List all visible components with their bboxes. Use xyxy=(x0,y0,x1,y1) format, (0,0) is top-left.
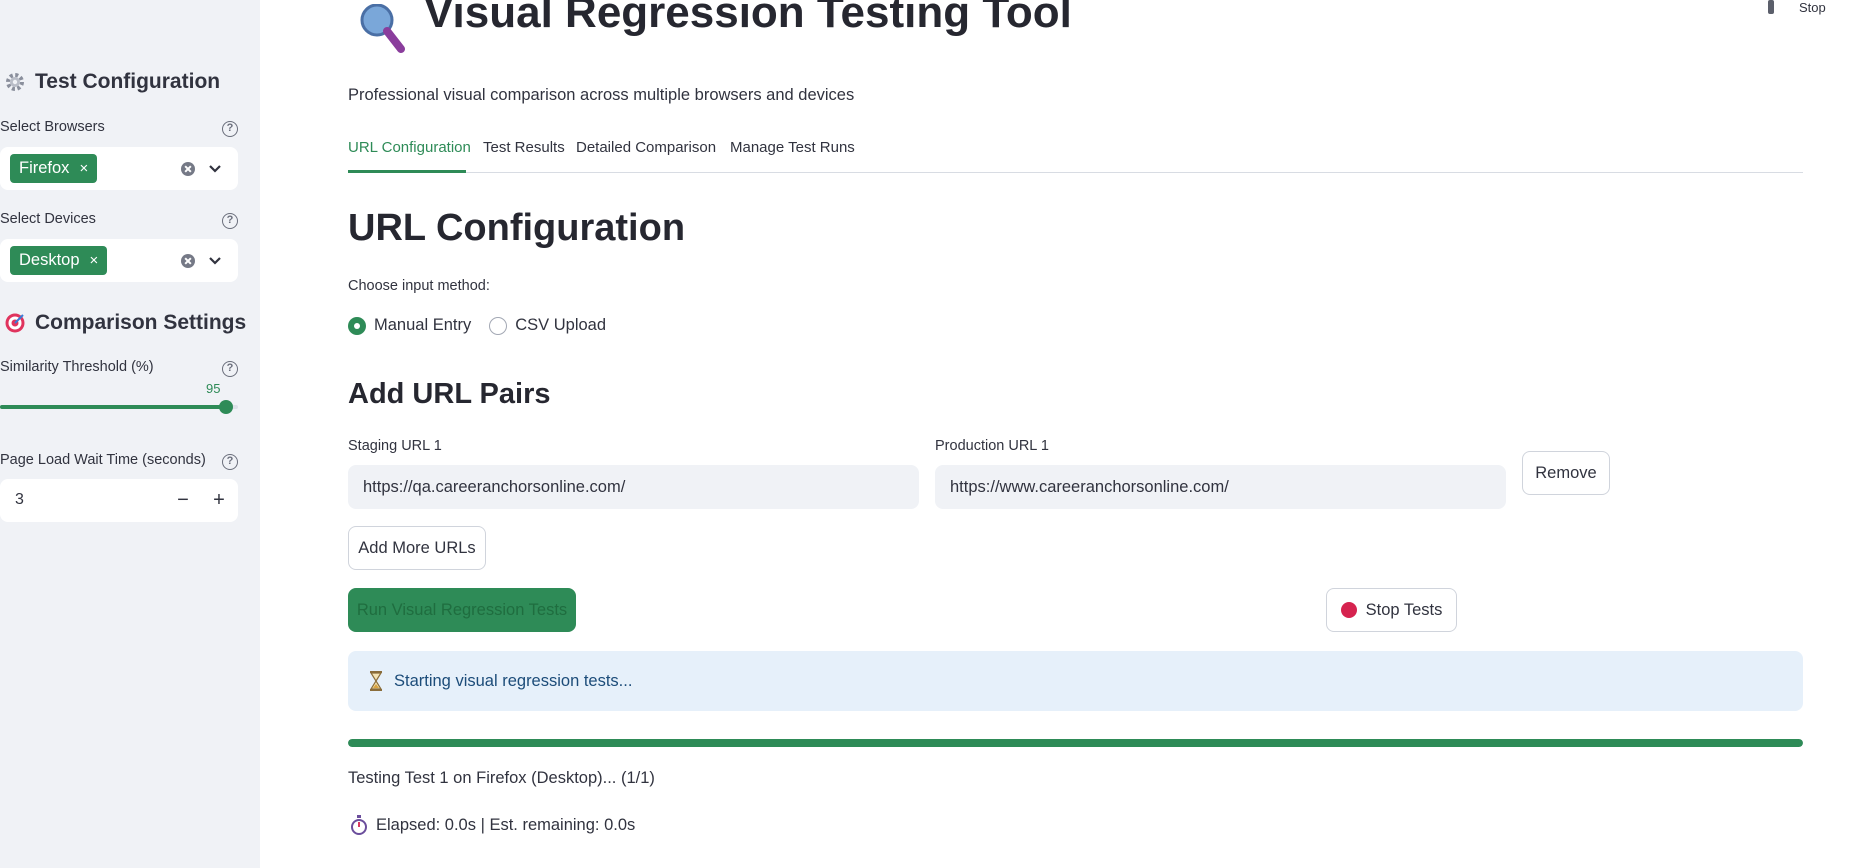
tab-url-configuration[interactable]: URL Configuration xyxy=(348,139,471,156)
target-icon xyxy=(5,313,25,333)
chevron-down-icon[interactable] xyxy=(206,251,224,269)
tab-detailed-comparison[interactable]: Detailed Comparison xyxy=(576,139,716,156)
page-title: Visual Regression Testing Tool xyxy=(424,0,1072,37)
help-icon[interactable]: ? xyxy=(222,454,238,470)
running-icon xyxy=(1768,0,1774,14)
wait-time-input[interactable]: 3 − + xyxy=(0,479,238,522)
sidebar: Test Configuration Select Browsers ? Fir… xyxy=(0,0,260,868)
status-text: Testing Test 1 on Firefox (Desktop)... (… xyxy=(348,769,655,787)
threshold-label: Similarity Threshold (%) xyxy=(0,359,154,375)
url-pairs-title: Add URL Pairs xyxy=(348,378,551,410)
staging-url-label: Staging URL 1 xyxy=(348,438,442,454)
page-subtitle: Professional visual comparison across mu… xyxy=(348,86,855,104)
stop-icon xyxy=(1340,602,1357,618)
browsers-multiselect[interactable]: Firefox × xyxy=(0,147,238,190)
test-config-heading: Test Configuration xyxy=(4,70,220,94)
progress-fill xyxy=(348,739,1803,747)
chip-remove-icon[interactable]: × xyxy=(90,252,99,269)
remove-button[interactable]: Remove xyxy=(1522,451,1610,495)
stop-tests-button[interactable]: Stop Tests xyxy=(1326,588,1457,632)
device-chip: Desktop × xyxy=(10,246,108,275)
comparison-heading-text: Comparison Settings xyxy=(35,311,247,334)
clear-icon[interactable] xyxy=(181,254,195,268)
browsers-label: Select Browsers xyxy=(0,119,105,135)
info-alert: Starting visual regression tests... xyxy=(348,651,1803,711)
chip-remove-icon[interactable]: × xyxy=(79,160,88,177)
radio-manual-entry[interactable] xyxy=(348,316,366,335)
device-chip-label: Desktop xyxy=(19,251,80,269)
help-icon[interactable]: ? xyxy=(222,213,238,229)
radio-manual-label[interactable]: Manual Entry xyxy=(374,316,471,335)
gear-icon xyxy=(6,73,24,91)
comparison-heading: Comparison Settings xyxy=(4,311,246,335)
threshold-slider[interactable] xyxy=(0,400,238,414)
slider-thumb[interactable] xyxy=(219,400,233,414)
chevron-down-icon[interactable] xyxy=(206,159,224,177)
tab-manage-test-runs[interactable]: Manage Test Runs xyxy=(730,139,855,156)
production-url-input[interactable] xyxy=(935,465,1506,509)
run-tests-button[interactable]: Run Visual Regression Tests xyxy=(348,588,576,632)
staging-url-input[interactable] xyxy=(348,465,919,509)
threshold-value: 95 xyxy=(206,381,221,396)
hourglass-icon xyxy=(369,671,383,691)
tab-test-results[interactable]: Test Results xyxy=(483,139,565,156)
slider-fill xyxy=(0,405,226,409)
increment-button[interactable]: + xyxy=(208,489,230,512)
clear-icon[interactable] xyxy=(181,162,195,176)
input-method-radio-group: Manual Entry CSV Upload xyxy=(348,316,606,335)
radio-csv-upload[interactable] xyxy=(489,316,508,335)
test-config-heading-text: Test Configuration xyxy=(35,70,221,93)
stopwatch-icon xyxy=(351,815,367,835)
help-icon[interactable]: ? xyxy=(222,361,238,377)
browser-chip: Firefox × xyxy=(10,154,98,183)
stop-tests-label: Stop Tests xyxy=(1365,600,1443,619)
elapsed-row: Elapsed: 0.0s | Est. remaining: 0.0s xyxy=(350,815,635,835)
tab-bar: URL Configuration Test Results Detailed … xyxy=(348,130,1803,173)
production-url-label: Production URL 1 xyxy=(935,438,1049,454)
radio-csv-label[interactable]: CSV Upload xyxy=(515,316,606,335)
wait-time-label: Page Load Wait Time (seconds) xyxy=(0,452,206,468)
wait-time-value[interactable]: 3 xyxy=(15,491,24,509)
devices-label: Select Devices xyxy=(0,211,96,227)
progress-bar xyxy=(348,739,1803,747)
browser-chip-label: Firefox xyxy=(19,159,70,177)
elapsed-text: Elapsed: 0.0s | Est. remaining: 0.0s xyxy=(376,815,636,834)
help-icon[interactable]: ? xyxy=(222,121,238,137)
devices-multiselect[interactable]: Desktop × xyxy=(0,239,238,282)
decrement-button[interactable]: − xyxy=(172,489,194,512)
info-text: Starting visual regression tests... xyxy=(394,671,633,690)
section-title: URL Configuration xyxy=(348,207,686,249)
active-tab-indicator xyxy=(348,170,466,173)
top-status-text[interactable]: Stop xyxy=(1799,0,1851,15)
input-method-label: Choose input method: xyxy=(348,278,490,294)
magnifier-icon xyxy=(360,4,405,53)
add-more-urls-button[interactable]: Add More URLs xyxy=(348,526,486,570)
